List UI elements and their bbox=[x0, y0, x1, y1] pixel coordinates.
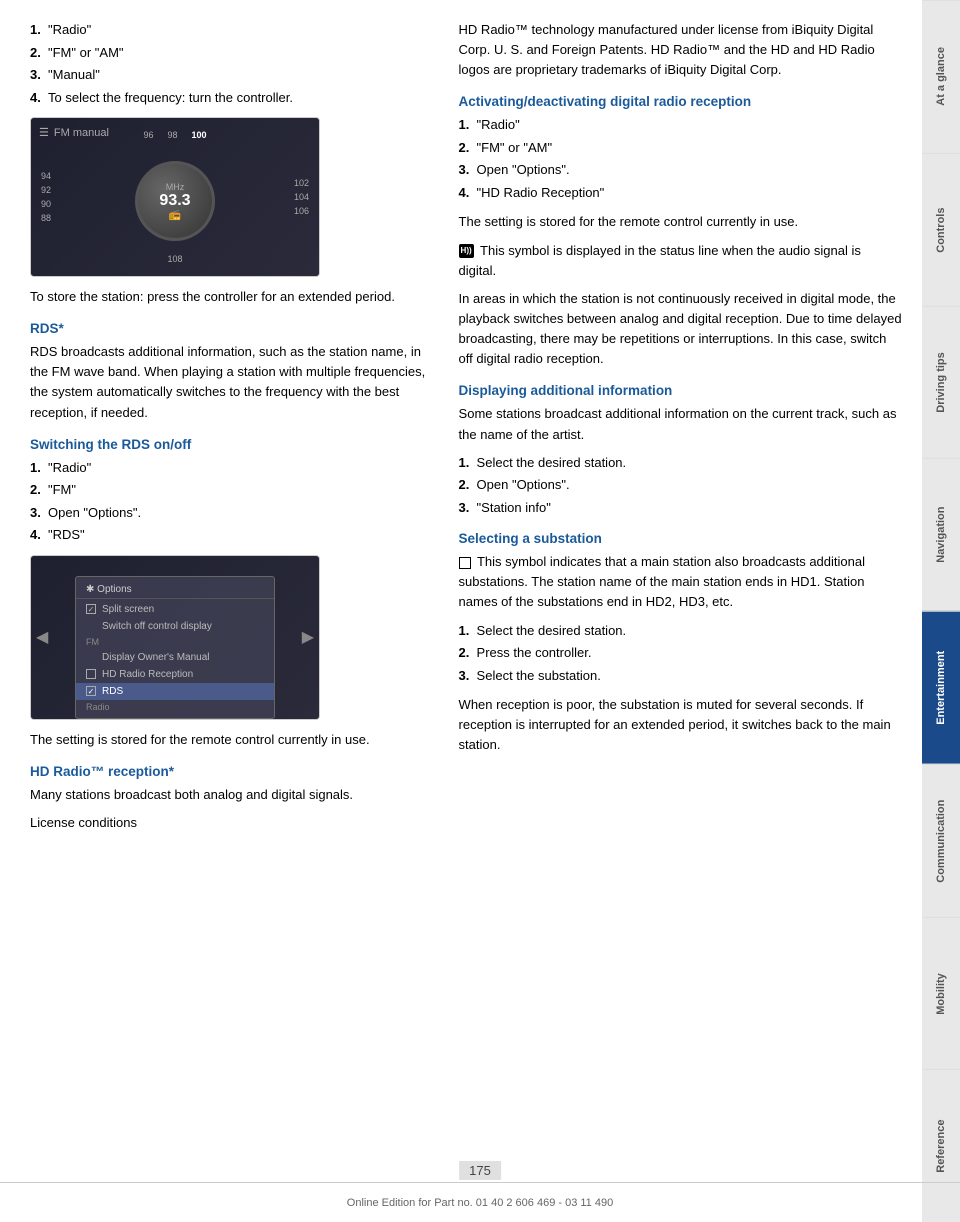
list-item: 4. "HD Radio Reception" bbox=[459, 183, 902, 203]
list-item: 3. "Station info" bbox=[459, 498, 902, 518]
hd-text2: License conditions bbox=[30, 813, 431, 833]
list-item: 3. "Manual" bbox=[30, 65, 431, 85]
sidebar: At a glance Controls Driving tips Naviga… bbox=[922, 0, 960, 1222]
dial-circle: MHz 93.3 📻 bbox=[135, 161, 215, 241]
digital-text: In areas in which the station is not con… bbox=[459, 289, 902, 370]
options-menu-image: ◀ ✱ Options Split screen Switch off c bbox=[30, 555, 320, 720]
hd-icon: H)) bbox=[459, 244, 474, 258]
main-content: 1. "Radio" 2. "FM" or "AM" 3. "Manual" 4… bbox=[0, 0, 922, 1222]
checkbox-hd bbox=[86, 669, 96, 679]
activating-heading: Activating/deactivating digital radio re… bbox=[459, 94, 902, 109]
displaying-list: 1. Select the desired station. 2. Open "… bbox=[459, 453, 902, 518]
list-item: 4. To select the frequency: turn the con… bbox=[30, 88, 431, 108]
options-section-fm: FM bbox=[76, 635, 274, 649]
right-column: HD Radio™ technology manufactured under … bbox=[449, 20, 902, 1182]
freq-scale-right: 102 104 106 bbox=[294, 178, 309, 216]
options-row-switch-off: Switch off control display bbox=[76, 618, 274, 635]
rds-text: RDS broadcasts additional information, s… bbox=[30, 342, 431, 423]
sidebar-item-entertainment[interactable]: Entertainment bbox=[922, 611, 960, 764]
rds-heading: RDS* bbox=[30, 321, 431, 336]
list-item: 4. "RDS" bbox=[30, 525, 431, 545]
intro-list: 1. "Radio" 2. "FM" or "AM" 3. "Manual" 4… bbox=[30, 20, 431, 107]
fm-display: ☰ FM manual 94 92 90 88 96 98 100 bbox=[31, 118, 319, 276]
options-title: ✱ Options bbox=[76, 581, 274, 599]
poor-reception-text: When reception is poor, the substation i… bbox=[459, 695, 902, 755]
page-number: 175 bbox=[459, 1161, 501, 1180]
activating-list: 1. "Radio" 2. "FM" or "AM" 3. Open "Opti… bbox=[459, 115, 902, 202]
store-text: To store the station: press the controll… bbox=[30, 287, 431, 307]
substation-heading: Selecting a substation bbox=[459, 531, 902, 546]
dial-center: MHz 93.3 📻 bbox=[159, 182, 190, 221]
list-item: 1. Select the desired station. bbox=[459, 453, 902, 473]
footer-text: Online Edition for Part no. 01 40 2 606 … bbox=[347, 1197, 613, 1209]
options-row-hd: HD Radio Reception bbox=[76, 666, 274, 683]
hd-text1: Many stations broadcast both analog and … bbox=[30, 785, 431, 805]
arrow-left-icon: ◀ bbox=[36, 627, 48, 647]
sidebar-item-driving-tips[interactable]: Driving tips bbox=[922, 306, 960, 459]
checkbox-split bbox=[86, 604, 96, 614]
list-item: 3. Select the substation. bbox=[459, 666, 902, 686]
hd-symbol-text: H)) This symbol is displayed in the stat… bbox=[459, 241, 902, 281]
freq-scale-left: 94 92 90 88 bbox=[41, 171, 51, 223]
license-text: HD Radio™ technology manufactured under … bbox=[459, 20, 902, 80]
substation-icon bbox=[459, 557, 471, 569]
switching-list: 1. "Radio" 2. "FM" 3. Open "Options". 4.… bbox=[30, 458, 431, 545]
list-item: 2. "FM" bbox=[30, 480, 431, 500]
switching-heading: Switching the RDS on/off bbox=[30, 437, 431, 452]
substation-text1: This symbol indicates that a main statio… bbox=[459, 552, 902, 612]
fm-title-bar: ☰ FM manual bbox=[39, 126, 109, 139]
sidebar-item-mobility[interactable]: Mobility bbox=[922, 917, 960, 1070]
hd-radio-heading: HD Radio™ reception* bbox=[30, 764, 431, 779]
list-item: 2. Press the controller. bbox=[459, 643, 902, 663]
page-container: 1. "Radio" 2. "FM" or "AM" 3. "Manual" 4… bbox=[0, 0, 960, 1222]
sidebar-item-navigation[interactable]: Navigation bbox=[922, 458, 960, 611]
displaying-heading: Displaying additional information bbox=[459, 383, 902, 398]
list-item: 2. "FM" or "AM" bbox=[459, 138, 902, 158]
arrow-right-icon: ▶ bbox=[302, 627, 314, 647]
displaying-text: Some stations broadcast additional infor… bbox=[459, 404, 902, 444]
options-display: ◀ ✱ Options Split screen Switch off c bbox=[31, 556, 319, 719]
list-item: 2. "FM" or "AM" bbox=[30, 43, 431, 63]
fm-radio-image: ☰ FM manual 94 92 90 88 96 98 100 bbox=[30, 117, 320, 277]
list-item: 2. Open "Options". bbox=[459, 475, 902, 495]
options-section-radio: Radio bbox=[76, 700, 274, 714]
sidebar-item-controls[interactable]: Controls bbox=[922, 153, 960, 306]
dial-container: MHz 93.3 📻 bbox=[135, 161, 215, 241]
left-column: 1. "Radio" 2. "FM" or "AM" 3. "Manual" 4… bbox=[30, 20, 449, 1182]
list-item: 3. Open "Options". bbox=[30, 503, 431, 523]
right-stored-text: The setting is stored for the remote con… bbox=[459, 212, 902, 232]
page-footer: Online Edition for Part no. 01 40 2 606 … bbox=[0, 1182, 960, 1222]
options-row-split: Split screen bbox=[76, 601, 274, 618]
left-stored-text: The setting is stored for the remote con… bbox=[30, 730, 431, 750]
options-row-rds: RDS bbox=[76, 683, 274, 700]
list-item: 3. Open "Options". bbox=[459, 160, 902, 180]
sidebar-item-communication[interactable]: Communication bbox=[922, 764, 960, 917]
list-item: 1. "Radio" bbox=[30, 20, 431, 40]
list-item: 1. "Radio" bbox=[30, 458, 431, 478]
checkbox-rds bbox=[86, 686, 96, 696]
list-item: 1. Select the desired station. bbox=[459, 621, 902, 641]
sidebar-item-at-a-glance[interactable]: At a glance bbox=[922, 0, 960, 153]
substation-list: 1. Select the desired station. 2. Press … bbox=[459, 621, 902, 686]
options-panel: ✱ Options Split screen Switch off contro… bbox=[75, 576, 275, 719]
options-row-display: Display Owner's Manual bbox=[76, 649, 274, 666]
list-item: 1. "Radio" bbox=[459, 115, 902, 135]
